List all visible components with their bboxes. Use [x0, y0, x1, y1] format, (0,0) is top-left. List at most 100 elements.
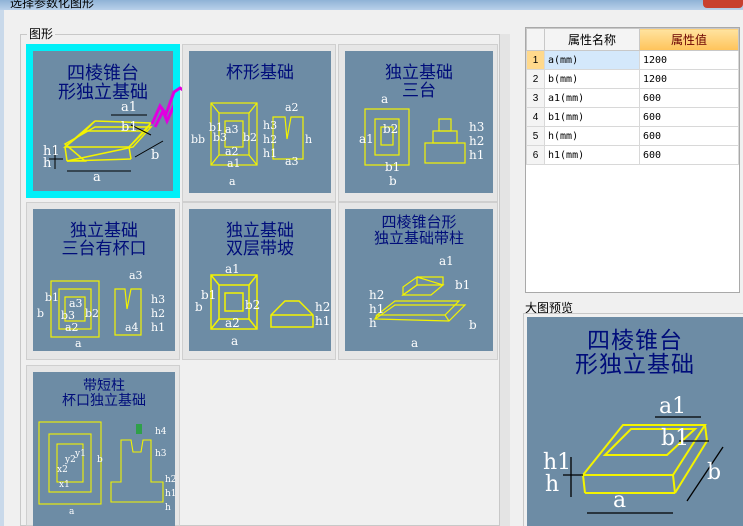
- dim-b1: b1: [455, 278, 470, 292]
- dim-a2-right: a2: [285, 101, 299, 114]
- preview-dim-b: b: [707, 460, 721, 485]
- dim-b2: b2: [85, 307, 99, 320]
- dim-b: b: [151, 148, 159, 163]
- property-row[interactable]: 6 h1(mm) 600: [526, 145, 739, 165]
- row-number: 3: [526, 88, 545, 108]
- dim-a2: a2: [65, 321, 79, 334]
- shape-thumbnail-7: 带短柱 杯口独立基础 x2 x1 y2 y1 b a h4 h3 h2 h1 h: [33, 372, 175, 526]
- property-value[interactable]: 600: [639, 107, 739, 127]
- shape-group-label: 图形: [27, 25, 56, 42]
- preview-dim-h: h: [545, 472, 559, 497]
- dim-b: b: [97, 455, 103, 465]
- preview-image: 四棱锥台 形独立基础 a1 b1 h1 h a b: [527, 317, 743, 526]
- dim-b2: b2: [245, 298, 260, 312]
- dim-b: b: [389, 174, 397, 188]
- property-row[interactable]: 1 a(mm) 1200: [526, 50, 739, 70]
- dim-b: b: [469, 318, 477, 332]
- shape-card-5[interactable]: 独立基础 双层带坡 b1 b a1 b2 a2 a h2 h1: [182, 202, 336, 360]
- dim-h3: h3: [263, 119, 277, 132]
- dim-a2: a2: [225, 316, 240, 330]
- property-value[interactable]: 600: [639, 88, 739, 108]
- row-number: 1: [526, 50, 545, 70]
- header-property-name: 属性名称: [544, 28, 640, 51]
- dim-a: a: [75, 337, 82, 350]
- property-value[interactable]: 600: [639, 145, 739, 165]
- preview-dim-b1: b1: [661, 426, 689, 451]
- dim-h3: h3: [151, 293, 165, 306]
- shape-card-3[interactable]: 独立基础 三台 a a1 b2 b1 b h3 h2 h1: [338, 44, 498, 202]
- dim-b1: b1: [201, 288, 216, 302]
- property-value[interactable]: 1200: [639, 50, 739, 70]
- shape-diagram-6: a1 b1 h2 h1 h a b: [369, 254, 477, 350]
- shape-thumbnail-6: 四棱锥台形 独立基础带柱 a1 b1 h2 h1 h a b: [345, 209, 493, 351]
- dim-h2: h2: [469, 134, 484, 148]
- header-property-value: 属性值: [639, 28, 739, 51]
- scrollbar[interactable]: [500, 34, 510, 526]
- dim-h: h: [369, 316, 377, 330]
- dim-h3: h3: [469, 120, 484, 134]
- dim-a3: a3: [225, 123, 239, 136]
- property-name: b1(mm): [544, 107, 640, 127]
- property-value[interactable]: 600: [639, 126, 739, 146]
- dim-a1: a1: [121, 100, 137, 115]
- row-number: 4: [526, 107, 545, 127]
- dim-bb: bb: [191, 133, 205, 146]
- dim-a1: a1: [359, 132, 374, 146]
- shape-diagram-7: x2 x1 y2 y1 b a h4 h3 h2 h1 h: [38, 421, 175, 517]
- property-row[interactable]: 3 a1(mm) 600: [526, 88, 739, 108]
- dim-h1: h1: [151, 321, 165, 334]
- row-number: 5: [526, 126, 545, 146]
- property-row[interactable]: 2 b(mm) 1200: [526, 69, 739, 89]
- dim-a: a: [69, 507, 75, 517]
- shape-thumbnail-3: 独立基础 三台 a a1 b2 b1 b h3 h2 h1: [345, 51, 493, 193]
- dim-h1: h1: [469, 148, 484, 162]
- dim-a: a: [381, 92, 388, 106]
- dim-b2: b2: [383, 122, 398, 136]
- dim-h2: h2: [315, 300, 330, 314]
- property-name: a1(mm): [544, 88, 640, 108]
- shape-diagram-4: b1 a3 b3 b2 a2 a a3 a4 h3 h2 h1 b: [37, 269, 165, 350]
- shape-card-7[interactable]: 带短柱 杯口独立基础 x2 x1 y2 y1 b a h4 h3 h2 h1 h: [26, 365, 180, 526]
- dim-x1: x1: [59, 480, 70, 490]
- preview-dim-a1: a1: [659, 394, 686, 419]
- dim-b: b: [195, 300, 203, 314]
- shape-card-2[interactable]: 杯形基础 bb b1 b3 b2 a3 a2 a1 a h3 h2 h1 h a…: [182, 44, 336, 202]
- preview-diagram: a1 b1 h1 h a b: [543, 394, 724, 514]
- dim-h2: h2: [263, 133, 277, 146]
- dim-a: a: [229, 175, 236, 188]
- dim-b1: b1: [385, 160, 400, 174]
- shape-diagram-5: b1 b a1 b2 a2 a h2 h1: [195, 262, 330, 348]
- dim-a1: a1: [439, 254, 454, 268]
- property-row[interactable]: 4 b1(mm) 600: [526, 107, 739, 127]
- window-title: 选择参数化图形: [10, 0, 95, 10]
- dim-h: h: [165, 503, 171, 513]
- shape-thumbnail-2: 杯形基础 bb b1 b3 b2 a3 a2 a1 a h3 h2 h1 h a…: [189, 51, 331, 193]
- shape-thumbnail-4: 独立基础 三台有杯口 b1 a3 b3 b2 a2 a a3 a4 h3 h2 …: [33, 209, 175, 351]
- title-bar: 选择参数化图形: [0, 0, 743, 10]
- dim-a: a: [411, 336, 418, 350]
- close-button[interactable]: [703, 0, 743, 8]
- property-row[interactable]: 5 h(mm) 600: [526, 126, 739, 146]
- shape-card-4[interactable]: 独立基础 三台有杯口 b1 a3 b3 b2 a2 a a3 a4 h3 h2 …: [26, 202, 180, 360]
- property-name: h(mm): [544, 126, 640, 146]
- dim-a1: a1: [227, 157, 241, 170]
- property-grid: 属性名称 属性值 1 a(mm) 1200 2 b(mm) 1200 3 a1(…: [525, 27, 740, 293]
- dim-h: h: [43, 156, 52, 171]
- shape-thumbnail-5: 独立基础 双层带坡 b1 b a1 b2 a2 a h2 h1: [189, 209, 331, 351]
- header-row-number: [526, 28, 545, 51]
- preview-panel: 四棱锥台 形独立基础 a1 b1 h1 h a b: [523, 313, 743, 526]
- dim-h3: h3: [155, 449, 167, 459]
- dim-y1: y1: [74, 449, 86, 459]
- shape-diagram-2: bb b1 b3 b2 a3 a2 a1 a h3 h2 h1 h a2 a3: [191, 101, 312, 188]
- dim-h2: h2: [165, 475, 175, 485]
- window-frame-edge: [0, 10, 4, 526]
- dim-x2: x2: [57, 465, 68, 475]
- dim-a3-right: a3: [285, 155, 299, 168]
- property-name: b(mm): [544, 69, 640, 89]
- dim-a1: a1: [225, 262, 240, 276]
- dim-a4: a4: [125, 321, 139, 334]
- dim-b: b: [37, 307, 44, 320]
- shape-card-6[interactable]: 四棱锥台形 独立基础带柱 a1 b1 h2 h1 h a b: [338, 202, 498, 360]
- dim-b2: b2: [243, 131, 257, 144]
- property-value[interactable]: 1200: [639, 69, 739, 89]
